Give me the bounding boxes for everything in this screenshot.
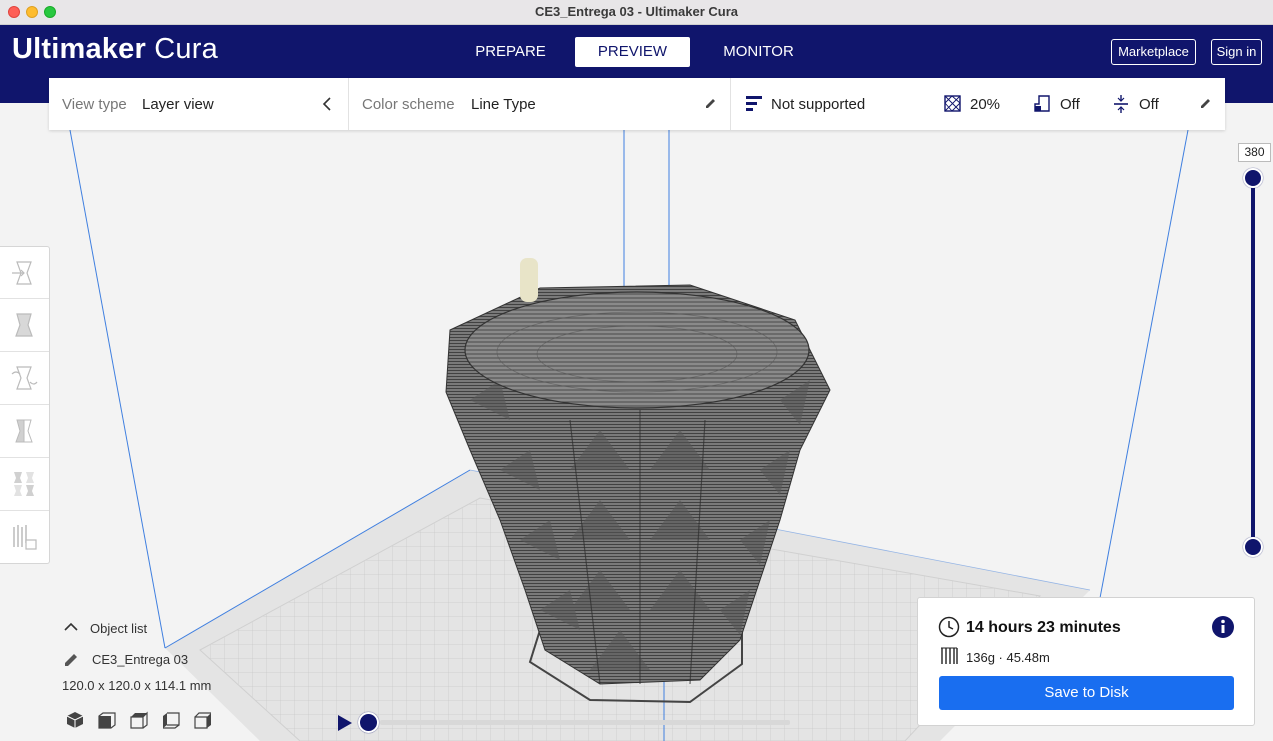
object-name: CE3_Entrega 03 [92, 652, 189, 667]
move-tool-icon [12, 261, 32, 285]
support-icon [746, 96, 762, 111]
object-list-item[interactable]: CE3_Entrega 03 [62, 651, 262, 671]
simulation-slider-track[interactable] [380, 720, 790, 725]
support-toggle-icon [1034, 95, 1050, 112]
window-titlebar: CE3_Entrega 03 - Ultimaker Cura [0, 0, 1273, 25]
filament-icon [941, 647, 958, 664]
material-estimate: 136g · 45.48m [966, 650, 1050, 665]
layer-number-label[interactable]: 380 [1238, 143, 1271, 162]
view-type-dropdown[interactable]: Layer view [142, 96, 214, 113]
nozzle-indicator [520, 258, 538, 302]
layer-slider-top-handle[interactable] [1243, 168, 1263, 188]
tab-monitor[interactable]: MONITOR [701, 37, 816, 67]
object-list-toggle[interactable]: Object list [62, 620, 262, 640]
edit-pencil-icon[interactable] [704, 97, 717, 110]
simulation-slider-handle[interactable] [358, 712, 379, 733]
app-logo: Ultimaker Cura [12, 33, 218, 65]
scale-tool-button[interactable] [4, 302, 44, 348]
color-scheme-label: Color scheme [362, 96, 455, 113]
infill-value[interactable]: 20% [970, 96, 1000, 113]
object-list-title: Object list [90, 621, 148, 636]
rotate-tool-icon [11, 366, 38, 390]
color-scheme-dropdown[interactable]: Line Type [471, 96, 536, 113]
layer-slider-bottom-handle[interactable] [1243, 537, 1263, 557]
edit-pencil-icon [65, 654, 77, 666]
support-status[interactable]: Not supported [771, 96, 865, 113]
play-simulation-button[interactable] [336, 713, 354, 733]
view-options-panel: View type Layer view Color scheme Line T… [49, 78, 1225, 130]
front-view-icon[interactable] [97, 710, 117, 730]
top-view-icon[interactable] [129, 710, 149, 730]
right-view-icon[interactable] [193, 710, 213, 730]
move-tool-button[interactable] [4, 250, 44, 296]
print-information-panel: 14 hours 23 minutes 136g · 45.48m Save t… [917, 597, 1255, 726]
sign-in-button[interactable]: Sign in [1211, 39, 1262, 65]
marketplace-button[interactable]: Marketplace [1111, 39, 1196, 65]
tool-panel [0, 246, 50, 564]
print-time: 14 hours 23 minutes [966, 619, 1121, 636]
support-blocker-button[interactable] [4, 514, 44, 560]
mirror-tool-button[interactable] [4, 408, 44, 454]
chevron-left-icon[interactable] [321, 97, 333, 111]
info-icon[interactable] [1211, 615, 1235, 639]
mirror-tool-icon [15, 419, 33, 443]
tab-prepare[interactable]: PREPARE [453, 37, 568, 67]
object-dimensions: 120.0 x 120.0 x 114.1 mm [62, 678, 212, 693]
support-blocker-icon [13, 525, 37, 550]
view-type-label: View type [62, 96, 127, 113]
window-title: CE3_Entrega 03 - Ultimaker Cura [534, 4, 739, 19]
clock-icon [938, 616, 960, 638]
layer-slider-track[interactable] [1251, 178, 1255, 548]
adhesion-icon [1114, 95, 1128, 113]
adhesion-value[interactable]: Off [1139, 96, 1159, 113]
per-model-settings-icon [14, 472, 34, 496]
scale-tool-icon [15, 313, 33, 337]
infill-icon [944, 95, 961, 112]
support-toggle-value[interactable]: Off [1060, 96, 1080, 113]
rotate-tool-button[interactable] [4, 355, 44, 401]
print-settings-edit-icon[interactable] [1199, 97, 1212, 110]
tab-preview[interactable]: PREVIEW [575, 37, 690, 67]
left-view-icon[interactable] [161, 710, 181, 730]
3d-view-icon[interactable] [65, 710, 85, 730]
save-to-disk-button[interactable]: Save to Disk [939, 676, 1234, 710]
chevron-up-icon [64, 622, 78, 631]
per-model-settings-button[interactable] [4, 461, 44, 507]
